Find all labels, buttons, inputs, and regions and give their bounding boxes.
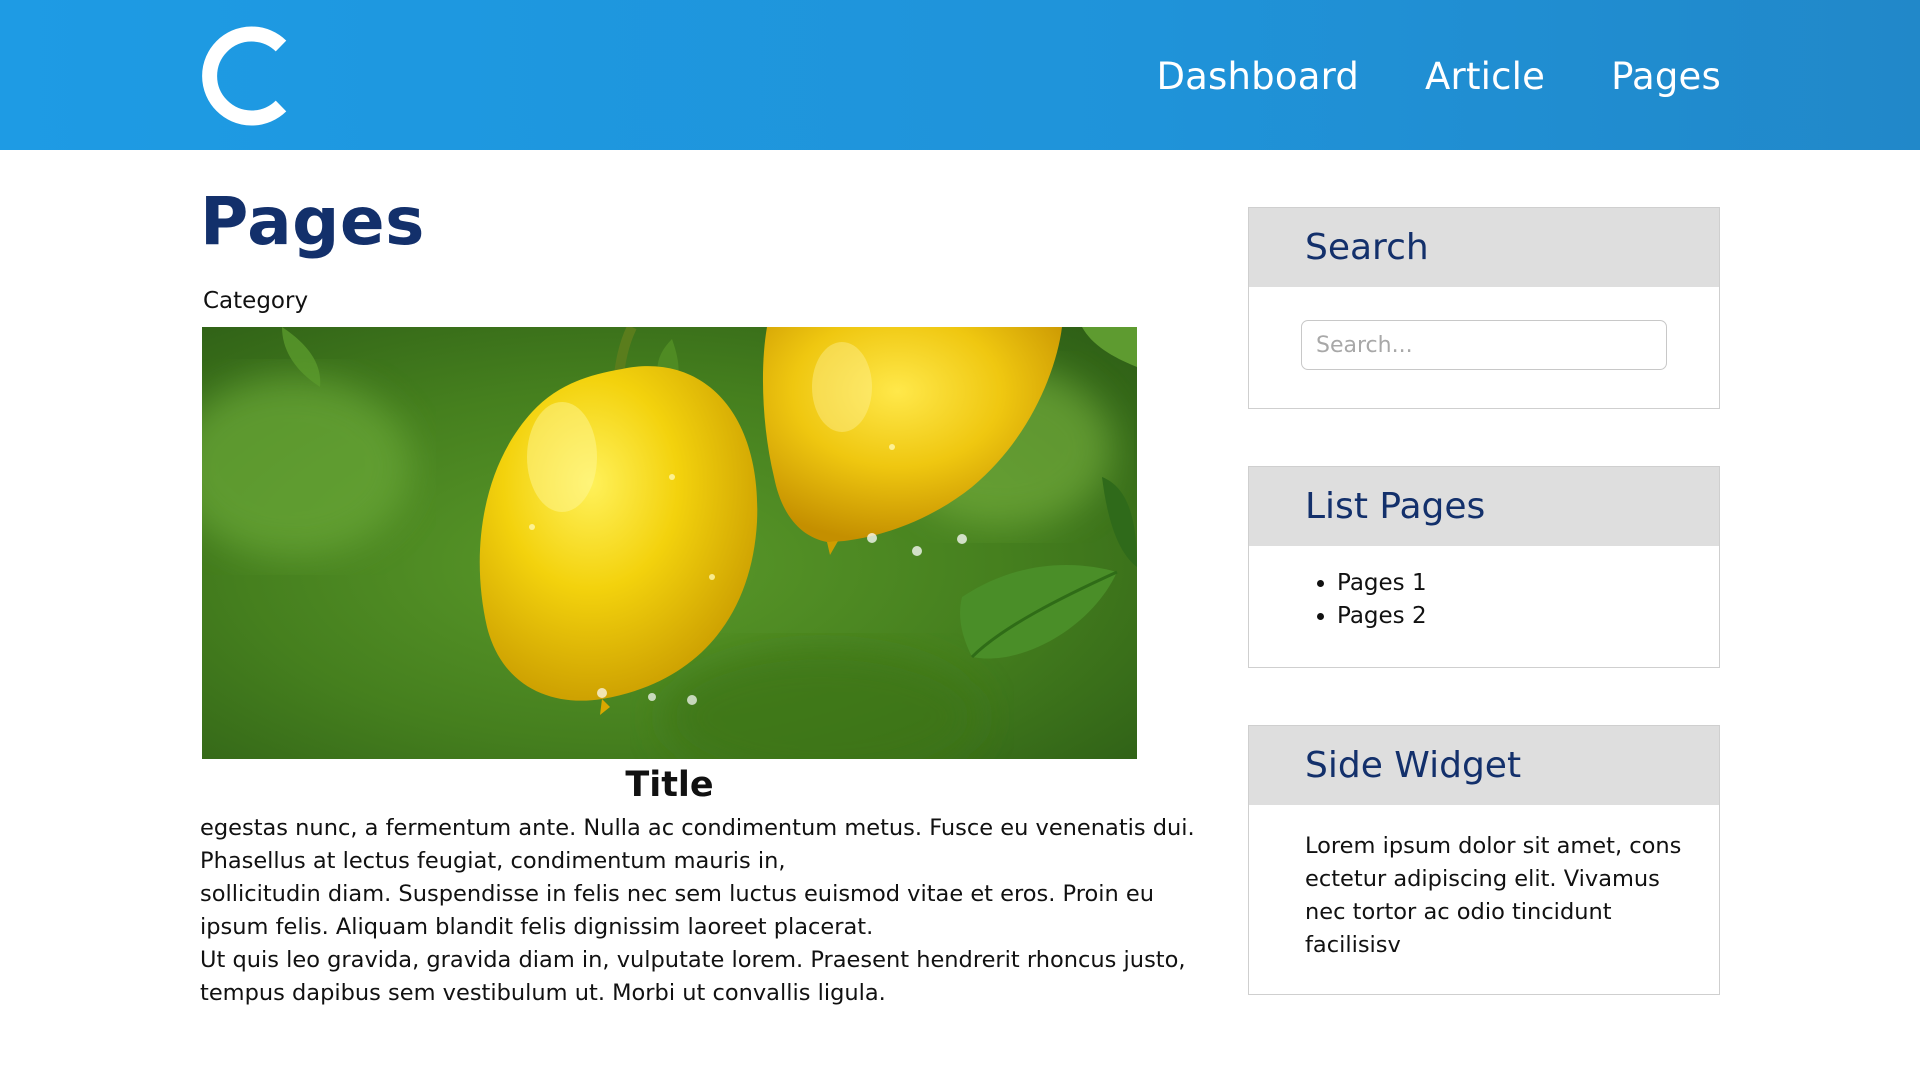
- side-widget-title: Side Widget: [1305, 745, 1522, 786]
- article-line: ipsum felis. Aliquam blandit felis digni…: [200, 914, 874, 940]
- main-nav: Dashboard Article Pages: [1156, 48, 1721, 104]
- top-navbar: Dashboard Article Pages: [0, 0, 1920, 150]
- pages-list: Pages 1 Pages 2: [1337, 567, 1427, 633]
- side-widget-header: Side Widget: [1249, 726, 1719, 805]
- search-input[interactable]: [1301, 320, 1667, 370]
- article-title: Title: [625, 765, 714, 805]
- list-item-pages-1[interactable]: Pages 1: [1337, 567, 1427, 600]
- side-widget: Side Widget Lorem ipsum dolor sit amet, …: [1248, 725, 1720, 995]
- category-label: Category: [203, 288, 309, 314]
- article-image: [202, 327, 1137, 759]
- search-widget-header: Search: [1249, 208, 1719, 287]
- side-widget-line: nec tortor ac odio tincidunt: [1305, 899, 1612, 925]
- article-body: egestas nunc, a fermentum ante. Nulla ac…: [200, 812, 1195, 1010]
- side-widget-line: Lorem ipsum dolor sit amet, cons: [1305, 833, 1682, 859]
- article-line: egestas nunc, a fermentum ante. Nulla ac…: [200, 815, 1195, 841]
- side-widget-line: facilisisv: [1305, 932, 1401, 958]
- nav-article[interactable]: Article: [1425, 55, 1545, 98]
- nav-pages[interactable]: Pages: [1611, 55, 1721, 98]
- search-widget-title: Search: [1305, 227, 1429, 268]
- list-pages-widget: List Pages Pages 1 Pages 2: [1248, 466, 1720, 668]
- side-widget-text: Lorem ipsum dolor sit amet, cons ectetur…: [1305, 830, 1685, 962]
- brand-logo-icon[interactable]: [198, 24, 290, 128]
- article-line: tempus dapibus sem vestibulum ut. Morbi …: [200, 980, 886, 1006]
- page-title: Pages: [200, 183, 425, 260]
- article-line: Phasellus at lectus feugiat, condimentum…: [200, 848, 786, 874]
- list-pages-header: List Pages: [1249, 467, 1719, 546]
- side-widget-line: ectetur adipiscing elit. Vivamus: [1305, 866, 1660, 892]
- list-item-pages-2[interactable]: Pages 2: [1337, 600, 1427, 633]
- article-line: Ut quis leo gravida, gravida diam in, vu…: [200, 947, 1186, 973]
- nav-dashboard[interactable]: Dashboard: [1156, 55, 1359, 98]
- search-widget: Search: [1248, 207, 1720, 409]
- list-pages-title: List Pages: [1305, 486, 1486, 527]
- article-line: sollicitudin diam. Suspendisse in felis …: [200, 881, 1154, 907]
